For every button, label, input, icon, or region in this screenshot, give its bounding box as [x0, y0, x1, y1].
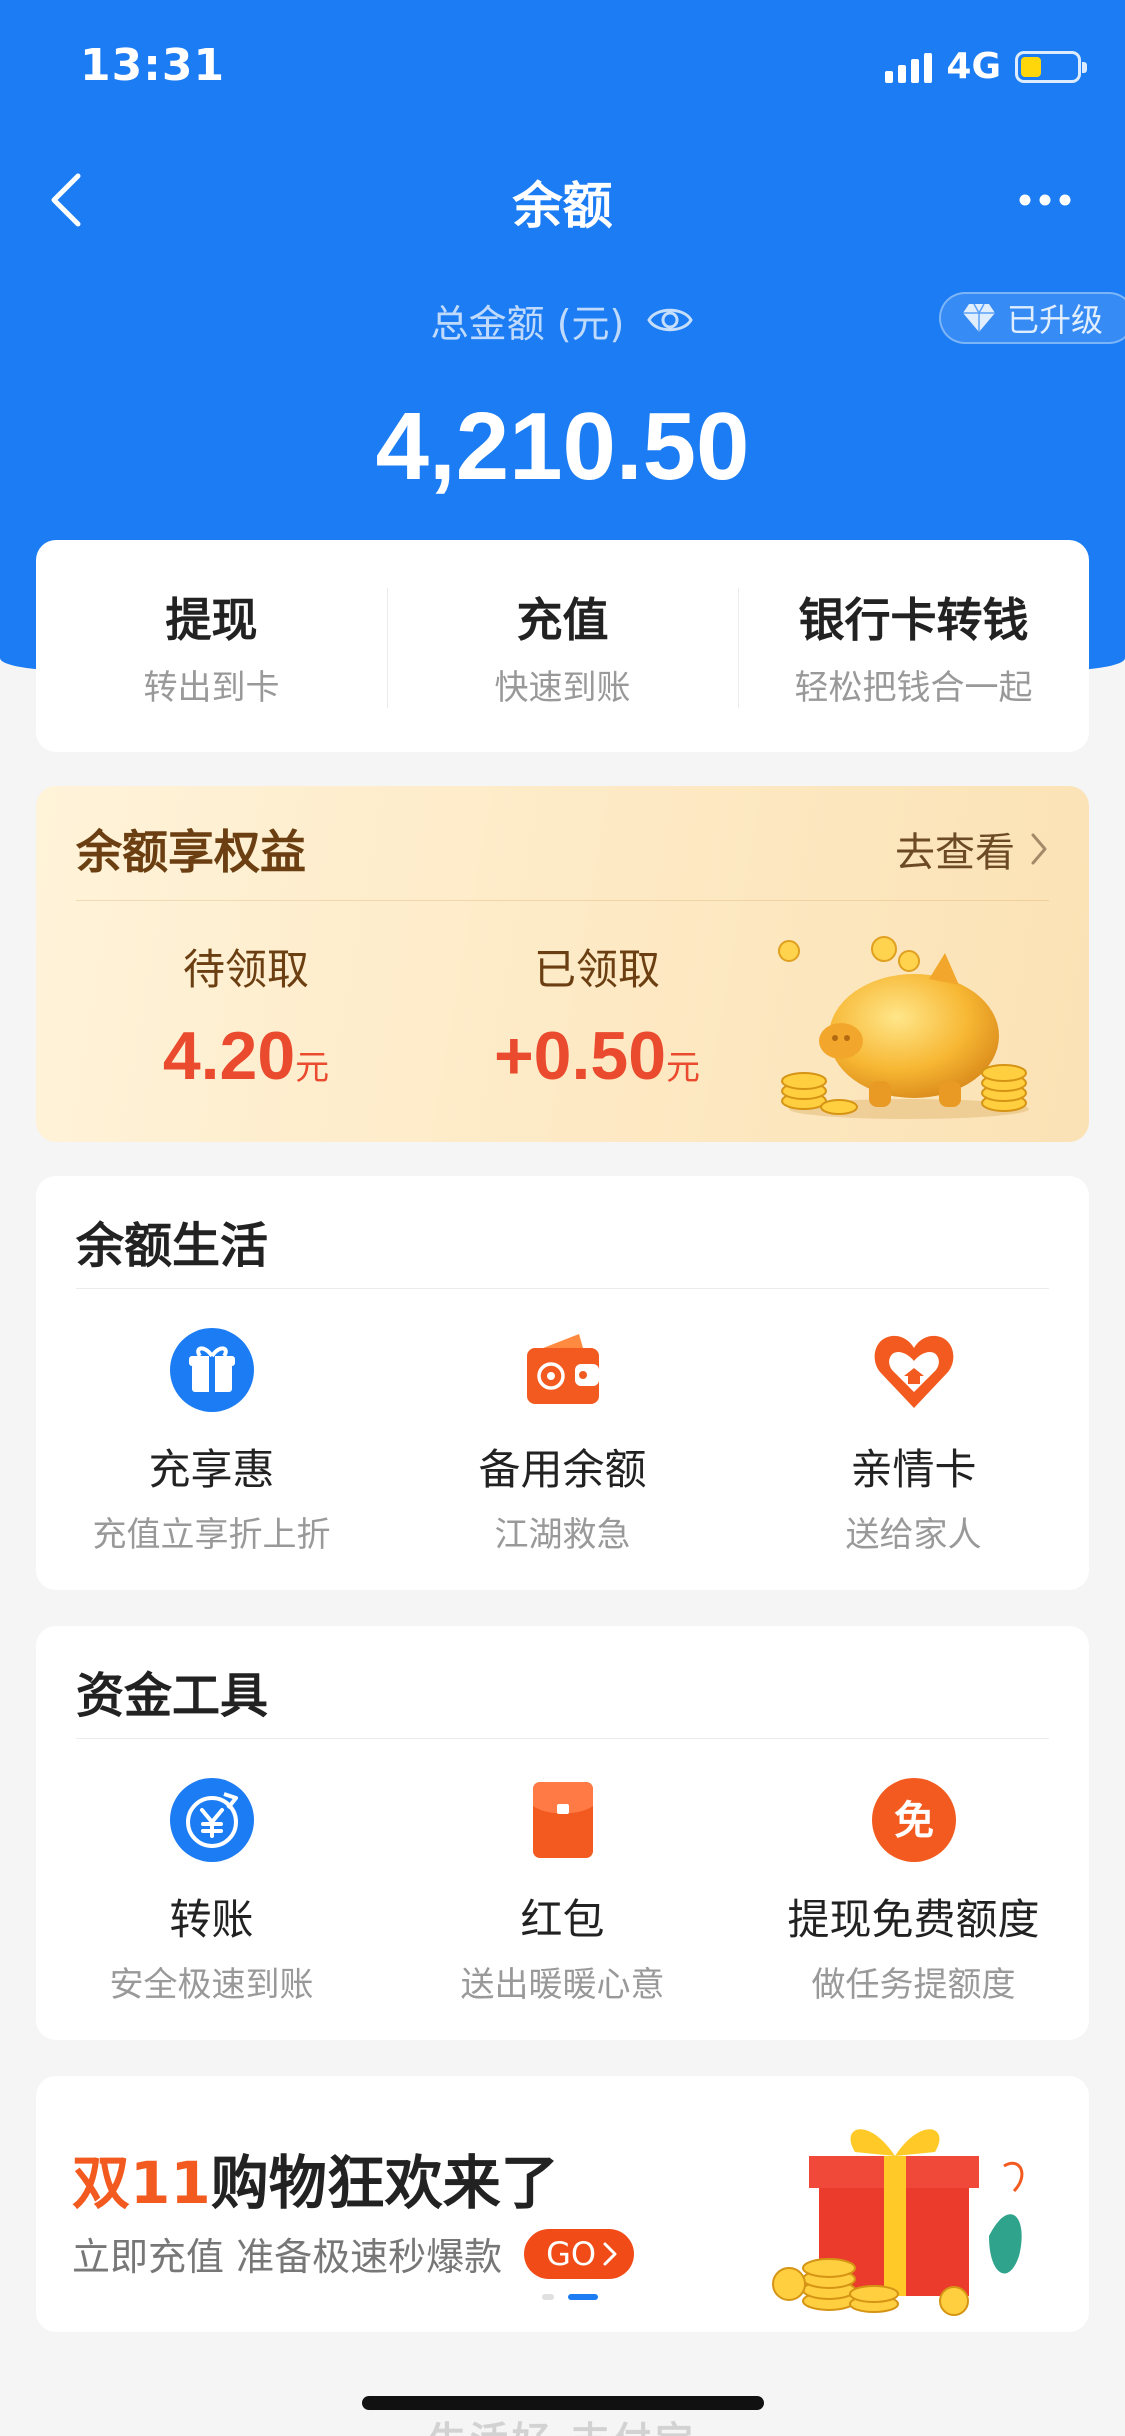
backup-balance-button[interactable]: 备用余额 江湖救急	[387, 1326, 738, 1556]
gift-box-illustration	[772, 2129, 1024, 2316]
banner-subtitle: 立即充值 准备极速秒爆款	[72, 2235, 503, 2279]
red-envelope-icon	[532, 1782, 593, 1858]
grid-item-title: 亲情卡	[850, 1445, 977, 1494]
balance-amount: 4,210.50	[375, 393, 750, 500]
pending-value-row: 4.20元	[81, 1017, 411, 1095]
battery-icon	[1015, 50, 1087, 83]
grid-item-subtitle: 江湖救急	[494, 1515, 631, 1555]
grid-item-title: 提现免费额度	[787, 1895, 1040, 1944]
grid-item-title: 充享惠	[148, 1445, 275, 1494]
grid-item-subtitle: 送给家人	[845, 1515, 982, 1555]
recharge-discount-button[interactable]: 充享惠 充值立享折上折	[36, 1326, 387, 1556]
more-dots-icon	[1019, 194, 1071, 206]
signal-icon	[885, 51, 933, 83]
rights-header: 余额享权益 去查看	[76, 786, 1049, 901]
banner-title-rest: 购物狂欢来了	[210, 2149, 559, 2217]
svg-text:免: 免	[894, 1798, 934, 1844]
grid-item-title: 转账	[169, 1895, 254, 1944]
received-rewards: 已领取 +0.50元	[432, 936, 762, 1095]
grid-item-title: 备用余额	[478, 1445, 647, 1494]
nav-bar: 余额	[0, 150, 1125, 250]
action-title: 提现	[165, 592, 258, 647]
free-withdraw-quota-button[interactable]: 免 提现免费额度 做任务提额度	[738, 1776, 1089, 2006]
rights-title: 余额享权益	[76, 825, 306, 879]
status-bar: 13:31 4G	[0, 0, 1125, 136]
grid-item-subtitle: 送出暖暖心意	[460, 1965, 665, 2005]
piggy-bank-icon	[778, 936, 1029, 1119]
total-amount-label: 总金额 (元)	[430, 301, 625, 346]
action-subtitle: 转出到卡	[143, 667, 280, 708]
upgraded-badge[interactable]: 已升级	[938, 292, 1125, 344]
action-subtitle: 轻松把钱合一起	[794, 667, 1033, 708]
carousel-dot-active	[568, 2294, 598, 2300]
received-unit: 元	[666, 1049, 701, 1087]
red-envelope-button[interactable]: 红包 送出暖暖心意	[387, 1776, 738, 2006]
withdraw-button[interactable]: 提现 转出到卡	[36, 584, 387, 709]
go-button[interactable]: GO	[524, 2228, 635, 2279]
view-rights-link[interactable]: 去查看	[895, 820, 1049, 878]
fund-tools-section: 资金工具 转账 安全极速到账 红包 送出暖暖心意 免 提现免费额度 做任务提额度	[36, 1626, 1089, 2040]
bank-card-transfer-button[interactable]: 银行卡转钱 轻松把钱合一起	[738, 584, 1089, 709]
home-indicator[interactable]	[362, 2396, 764, 2410]
pending-rewards: 待领取 4.20元	[81, 936, 411, 1095]
footer-watermark: 生活好 支付宝	[0, 2410, 1125, 2436]
divider	[76, 1738, 1049, 1739]
grid-item-title: 红包	[520, 1895, 605, 1944]
view-rights-label: 去查看	[895, 830, 1015, 876]
action-title: 银行卡转钱	[798, 592, 1029, 647]
wallet-icon	[526, 1334, 599, 1404]
received-value-row: +0.50元	[432, 1017, 762, 1095]
heart-home-icon	[874, 1335, 953, 1408]
balance-rights-card[interactable]: 余额享权益 去查看 待领取 4.20元 已领取 +0.50元	[36, 786, 1089, 1142]
more-button[interactable]	[1005, 180, 1085, 220]
top-up-button[interactable]: 充值 快速到账	[387, 584, 738, 709]
go-label: GO	[546, 2234, 597, 2273]
balance-life-section: 余额生活 充享惠 充值立享折上折 备用余额 江湖救急 亲情卡 送给家人	[36, 1176, 1089, 1590]
eye-icon[interactable]	[646, 302, 694, 338]
status-time: 13:31	[80, 40, 226, 91]
banner-title: 双11购物狂欢来了	[72, 2136, 559, 2220]
action-subtitle: 快速到账	[494, 667, 631, 708]
grid-item-subtitle: 安全极速到账	[109, 1965, 314, 2005]
pending-value: 4.20	[162, 1018, 296, 1094]
pending-label: 待领取	[182, 945, 309, 994]
banner-subtitle-row: 立即充值 准备极速秒爆款 GO	[72, 2226, 635, 2281]
upgraded-badge-label: 已升级	[1006, 301, 1103, 339]
carousel-dots	[542, 2294, 598, 2300]
page-title: 余额	[512, 177, 613, 235]
chevron-right-icon	[1031, 833, 1047, 865]
section-title: 余额生活	[76, 1218, 269, 1274]
family-card-button[interactable]: 亲情卡 送给家人	[738, 1326, 1089, 1556]
grid-item-subtitle: 做任务提额度	[811, 1965, 1016, 2005]
status-indicators: 4G	[885, 46, 1087, 87]
diamond-icon	[962, 303, 995, 332]
transfer-button[interactable]: 转账 安全极速到账	[36, 1776, 387, 2006]
carousel-dot	[542, 2294, 554, 2300]
network-type: 4G	[946, 46, 1001, 87]
chevron-right-icon	[603, 2242, 617, 2265]
received-value: +0.50	[493, 1018, 667, 1094]
pending-unit: 元	[295, 1049, 330, 1087]
banner-title-highlight: 双11	[72, 2149, 211, 2217]
grid-item-subtitle: 充值立享折上折	[92, 1515, 331, 1555]
action-title: 充值	[516, 592, 609, 647]
section-title: 资金工具	[76, 1668, 269, 1724]
quick-actions-card: 提现 转出到卡 充值 快速到账 银行卡转钱 轻松把钱合一起	[36, 540, 1089, 752]
free-badge-icon: 免	[871, 1778, 956, 1862]
received-label: 已领取	[533, 945, 660, 994]
transfer-yuan-icon	[169, 1778, 254, 1862]
divider	[76, 1288, 1049, 1289]
gift-icon	[169, 1328, 254, 1412]
promo-banner[interactable]: 双11购物狂欢来了 立即充值 准备极速秒爆款 GO	[36, 2076, 1089, 2332]
